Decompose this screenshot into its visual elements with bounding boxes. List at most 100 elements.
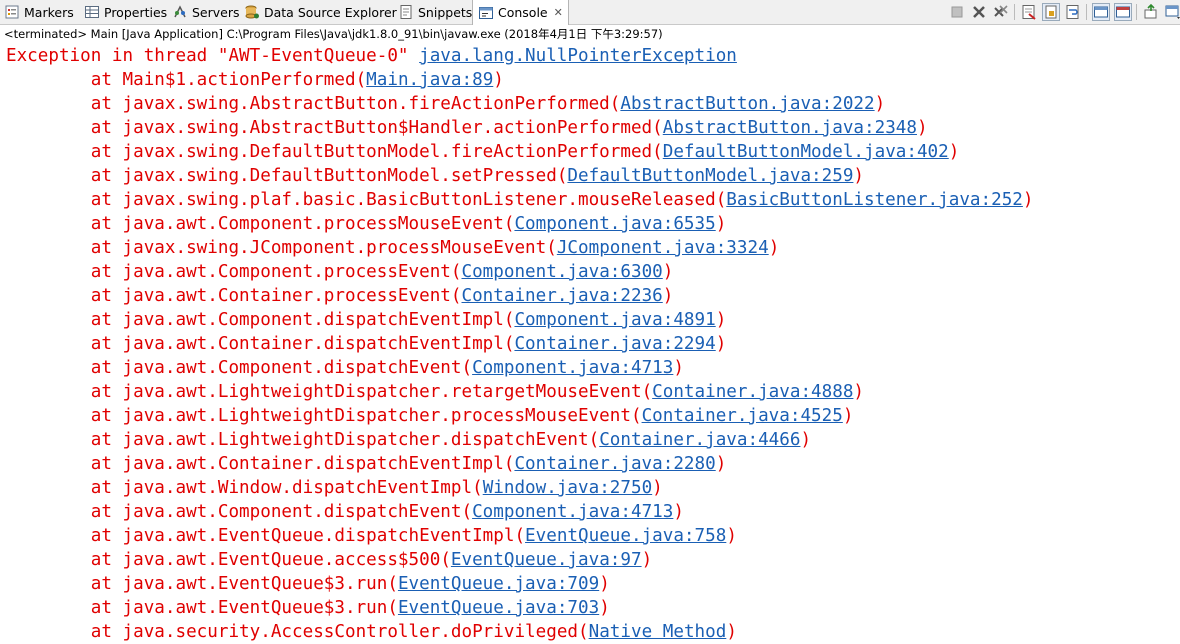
frame-source-link[interactable]: Container.java:4525 (642, 406, 843, 426)
stack-frame-line: at javax.swing.AbstractButton.fireAction… (6, 92, 885, 116)
frame-method: javax.swing.AbstractButton.fireActionPer… (122, 94, 610, 114)
close-paren: ) (874, 94, 886, 114)
close-paren: ) (641, 550, 653, 570)
open-paren: ( (387, 574, 398, 594)
frame-source-link[interactable]: DefaultButtonModel.java:259 (567, 166, 853, 186)
frame-source-link[interactable]: Native Method (589, 622, 727, 642)
frame-prefix: at (6, 70, 123, 90)
remove-launch-icon[interactable] (970, 3, 988, 21)
stack-frame-line: at java.security.AccessController.doPriv… (6, 620, 737, 644)
close-paren: ) (673, 358, 684, 378)
terminate-icon[interactable] (948, 3, 966, 21)
open-paren: ( (503, 310, 515, 330)
open-paren: ( (652, 118, 663, 138)
frame-source-link[interactable]: Window.java:2750 (483, 478, 652, 498)
tab-snippets[interactable]: Snippets (398, 0, 472, 24)
frame-method: javax.swing.DefaultButtonModel.fireActio… (122, 142, 653, 162)
frame-prefix: at (6, 238, 123, 258)
frame-method: java.awt.Component.dispatchEvent (122, 358, 462, 378)
frame-source-link[interactable]: Component.java:4713 (472, 358, 673, 378)
snippets-icon (398, 4, 414, 20)
frame-source-link[interactable]: EventQueue.java:758 (525, 526, 726, 546)
tab-properties[interactable]: Properties (84, 0, 167, 24)
close-paren: ) (1022, 190, 1034, 210)
close-paren: ) (853, 382, 865, 402)
frame-source-link[interactable]: Container.java:4888 (652, 382, 853, 402)
frame-source-link[interactable]: Component.java:6535 (514, 214, 715, 234)
frame-source-link[interactable]: EventQueue.java:97 (451, 550, 642, 570)
frame-prefix: at (6, 334, 123, 354)
frame-source-link[interactable]: Component.java:4891 (514, 310, 715, 330)
close-paren: ) (715, 310, 727, 330)
open-paren: ( (503, 454, 515, 474)
frame-prefix: at (6, 310, 123, 330)
remove-all-terminated-icon[interactable] (992, 3, 1010, 21)
stack-frame-line: at java.awt.Container.dispatchEventImpl(… (6, 332, 727, 356)
stack-frame-line: at java.awt.EventQueue.access$500(EventQ… (6, 548, 652, 572)
database-icon (244, 4, 260, 20)
tab-markers[interactable]: Markers (4, 0, 74, 24)
frame-source-link[interactable]: AbstractButton.java:2348 (663, 118, 917, 138)
close-paren: ) (916, 118, 928, 138)
open-paren: ( (387, 598, 398, 618)
frame-prefix: at (6, 454, 123, 474)
open-paren: ( (514, 526, 526, 546)
frame-prefix: at (6, 118, 123, 138)
stack-frame-line: at javax.swing.DefaultButtonModel.setPre… (6, 164, 864, 188)
pin-console-icon[interactable] (1142, 3, 1160, 21)
frame-source-link[interactable]: EventQueue.java:709 (398, 574, 599, 594)
process-status-label: <terminated> Main [Java Application] C:\… (4, 27, 663, 41)
console-output[interactable]: Exception in thread "AWT-EventQueue-0" j… (0, 44, 1180, 644)
tab-console[interactable]: Console ✕ (472, 0, 569, 25)
frame-method: java.awt.Container.processEvent (122, 286, 451, 306)
frame-source-link[interactable]: Container.java:2236 (462, 286, 663, 306)
frame-source-link[interactable]: Component.java:6300 (462, 262, 663, 282)
close-paren: ) (673, 502, 684, 522)
tab-data-source-explorer[interactable]: Data Source Explorer (244, 0, 397, 24)
open-paren: ( (461, 358, 473, 378)
clear-console-icon[interactable] (1020, 3, 1038, 21)
close-paren: ) (493, 70, 504, 90)
frame-method: java.awt.LightweightDispatcher.processMo… (122, 406, 631, 426)
frame-source-link[interactable]: BasicButtonListener.java:252 (726, 190, 1023, 210)
open-paren: ( (641, 382, 653, 402)
stack-frame-line: at Main$1.actionPerformed(Main.java:89) (6, 68, 504, 92)
frame-source-link[interactable]: Main.java:89 (366, 70, 493, 90)
frame-prefix: at (6, 574, 123, 594)
open-console-dropdown-icon[interactable] (1164, 3, 1180, 21)
tab-label: Data Source Explorer (264, 4, 397, 20)
frame-method: java.awt.Container.dispatchEventImpl (122, 454, 504, 474)
close-paren: ) (599, 574, 610, 594)
open-paren: ( (630, 406, 642, 426)
close-tab-icon[interactable]: ✕ (554, 6, 563, 19)
console-toolbar (948, 3, 1180, 21)
show-console-on-output-icon[interactable] (1092, 3, 1110, 21)
frame-source-link[interactable]: Container.java:2294 (514, 334, 715, 354)
frame-method: java.awt.LightweightDispatcher.retargetM… (122, 382, 642, 402)
exception-class-link[interactable]: java.lang.NullPointerException (419, 46, 737, 66)
frame-prefix: at (6, 286, 123, 306)
show-console-on-error-icon[interactable] (1114, 3, 1132, 21)
frame-source-link[interactable]: JComponent.java:3324 (557, 238, 769, 258)
stack-frame-line: at java.awt.Component.processEvent(Compo… (6, 260, 674, 284)
frame-method: javax.swing.plaf.basic.BasicButtonListen… (122, 190, 716, 210)
stack-frame-line: at java.awt.LightweightDispatcher.retarg… (6, 380, 864, 404)
stack-frame-line: at javax.swing.DefaultButtonModel.fireAc… (6, 140, 960, 164)
properties-icon (84, 4, 100, 20)
frame-source-link[interactable]: DefaultButtonModel.java:402 (663, 142, 949, 162)
open-paren: ( (588, 430, 600, 450)
close-paren: ) (715, 454, 727, 474)
open-paren: ( (652, 142, 663, 162)
frame-source-link[interactable]: Container.java:4466 (599, 430, 800, 450)
tab-servers[interactable]: Servers (172, 0, 240, 24)
open-paren: ( (556, 166, 568, 186)
scroll-lock-icon[interactable] (1042, 3, 1060, 21)
frame-source-link[interactable]: EventQueue.java:703 (398, 598, 599, 618)
frame-source-link[interactable]: Container.java:2280 (514, 454, 715, 474)
markers-icon (4, 4, 20, 20)
frame-source-link[interactable]: Component.java:4713 (472, 502, 673, 522)
frame-prefix: at (6, 166, 123, 186)
frame-prefix: at (6, 598, 123, 618)
word-wrap-icon[interactable] (1064, 3, 1082, 21)
frame-source-link[interactable]: AbstractButton.java:2022 (620, 94, 874, 114)
